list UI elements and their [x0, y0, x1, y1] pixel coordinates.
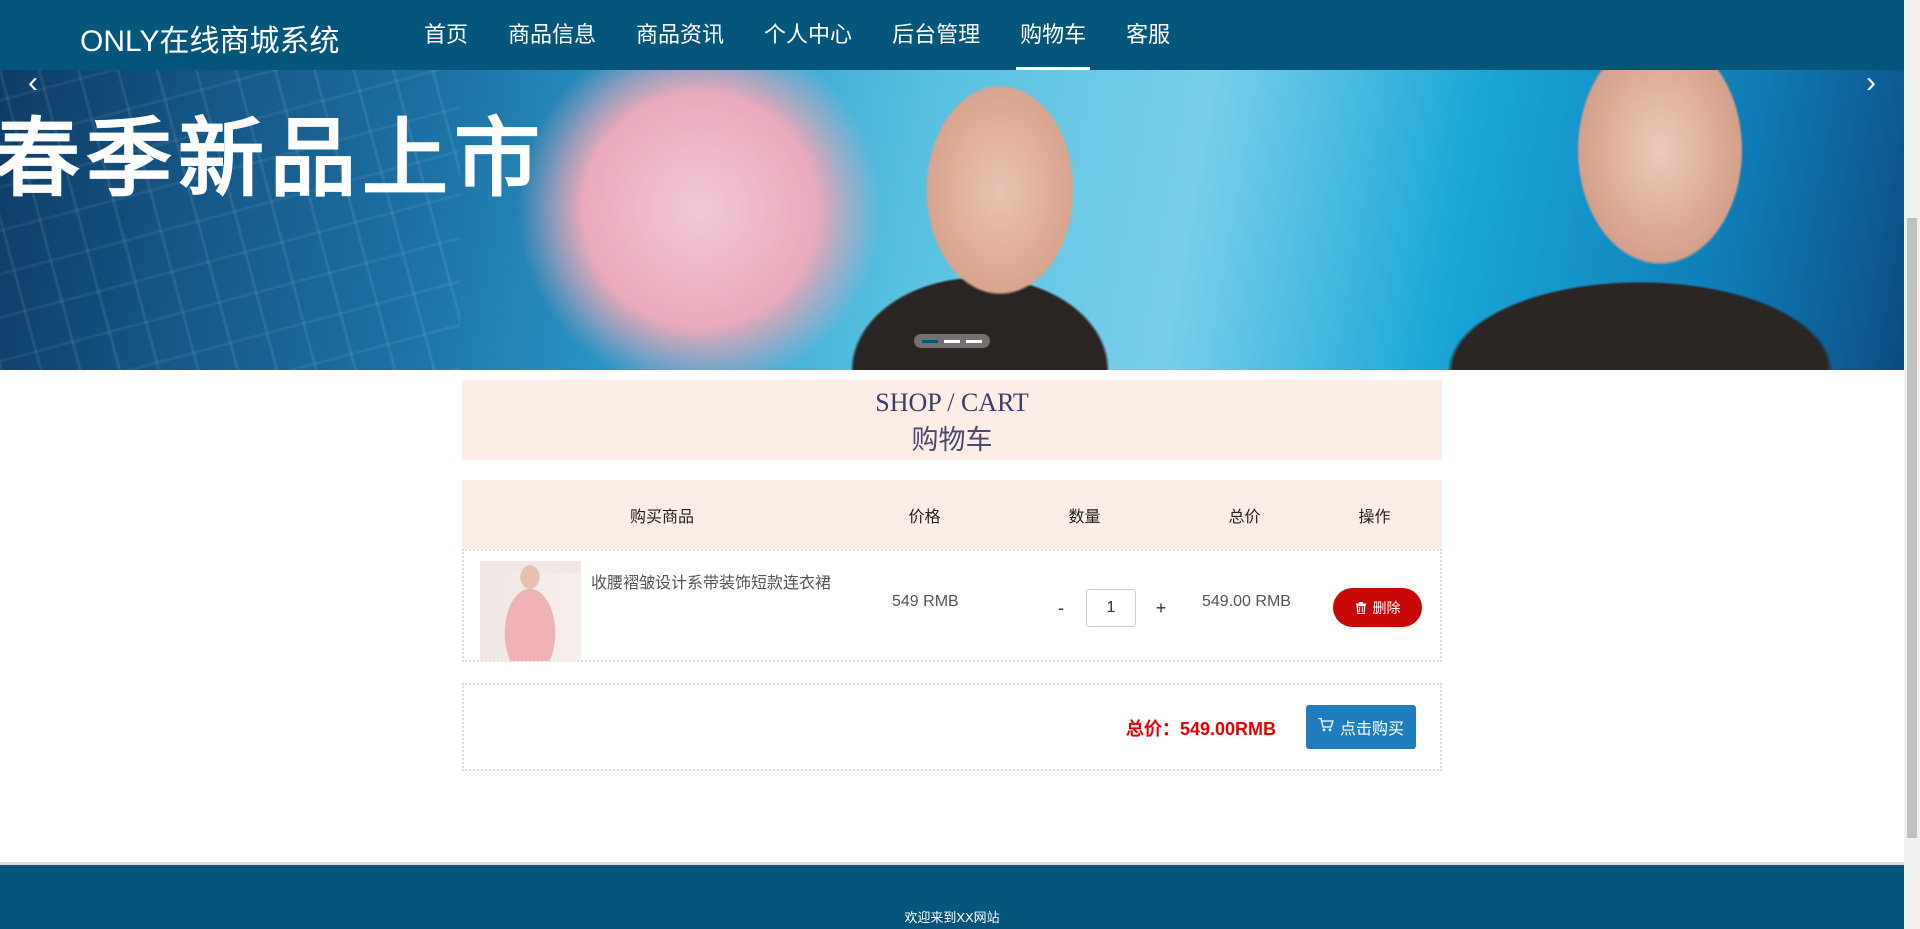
- footer-text: 欢迎来到XX网站: [904, 910, 1000, 925]
- carousel-dot[interactable]: [922, 339, 938, 343]
- carousel-indicators: [914, 334, 990, 348]
- carousel-dot[interactable]: [966, 339, 982, 343]
- trash-icon: [1355, 601, 1367, 614]
- delete-button[interactable]: 删除: [1333, 588, 1422, 627]
- decrease-button[interactable]: -: [1046, 598, 1076, 619]
- cart-table: 购买商品 价格 数量 总价 操作 收腰褶皱设计系带装饰短款连衣裙 549 RMB…: [462, 480, 1442, 662]
- nav-item-products[interactable]: 商品信息: [488, 0, 616, 70]
- header-price: 价格: [908, 508, 941, 526]
- header-product: 购买商品: [629, 508, 694, 526]
- cart-summary: 总价：549.00RMB 点击购买: [462, 683, 1442, 771]
- header-total: 总价: [1228, 508, 1261, 526]
- checkout-button[interactable]: 点击购买: [1306, 705, 1416, 749]
- product-thumbnail[interactable]: [480, 561, 581, 661]
- site-brand[interactable]: ONLY在线商城系统: [80, 16, 339, 60]
- carousel-dot[interactable]: [944, 339, 960, 343]
- nav-item-news[interactable]: 商品资讯: [616, 0, 744, 70]
- quantity-input[interactable]: [1086, 589, 1136, 627]
- nav-item-home[interactable]: 首页: [404, 0, 488, 70]
- chevron-left-icon[interactable]: ‹: [28, 70, 38, 100]
- scrollbar-thumb[interactable]: [1907, 218, 1917, 838]
- checkout-label: 点击购买: [1339, 721, 1404, 738]
- delete-label: 删除: [1372, 599, 1401, 616]
- top-navbar: ONLY在线商城系统 首页 商品信息 商品资讯 个人中心 后台管理 购物车 客服: [0, 0, 1904, 70]
- main-nav: 首页 商品信息 商品资讯 个人中心 后台管理 购物车 客服: [404, 0, 1190, 70]
- grand-total: 总价：549.00RMB: [1126, 719, 1277, 739]
- quantity-stepper: - +: [1046, 589, 1176, 627]
- nav-item-service[interactable]: 客服: [1106, 0, 1190, 70]
- chevron-right-icon[interactable]: ›: [1866, 70, 1876, 100]
- section-title-zh: 购物车: [911, 425, 993, 455]
- vertical-scrollbar[interactable]: [1904, 0, 1920, 929]
- product-price: 549 RMB: [892, 593, 959, 610]
- cart-section-header: SHOP / CART 购物车: [462, 380, 1442, 460]
- banner-title: 春季新品上市: [0, 111, 546, 207]
- nav-item-profile[interactable]: 个人中心: [744, 0, 872, 70]
- product-name[interactable]: 收腰褶皱设计系带装饰短款连衣裙: [591, 569, 831, 593]
- row-total: 549.00 RMB: [1202, 593, 1291, 610]
- promo-banner[interactable]: 春季新品上市 ‹ ›: [0, 70, 1904, 370]
- table-header: 购买商品 价格 数量 总价 操作: [462, 480, 1442, 549]
- increase-button[interactable]: +: [1146, 598, 1176, 619]
- header-operation: 操作: [1358, 508, 1391, 526]
- site-footer: 欢迎来到XX网站: [0, 862, 1904, 929]
- header-quantity: 数量: [1068, 508, 1101, 526]
- cart-icon: [1318, 717, 1334, 737]
- table-row: 收腰褶皱设计系带装饰短款连衣裙 549 RMB - + 549.00 RMB 删…: [462, 549, 1442, 662]
- section-title-en: SHOP / CART: [875, 388, 1029, 417]
- nav-item-admin[interactable]: 后台管理: [872, 0, 1000, 70]
- nav-item-cart[interactable]: 购物车: [1000, 0, 1106, 70]
